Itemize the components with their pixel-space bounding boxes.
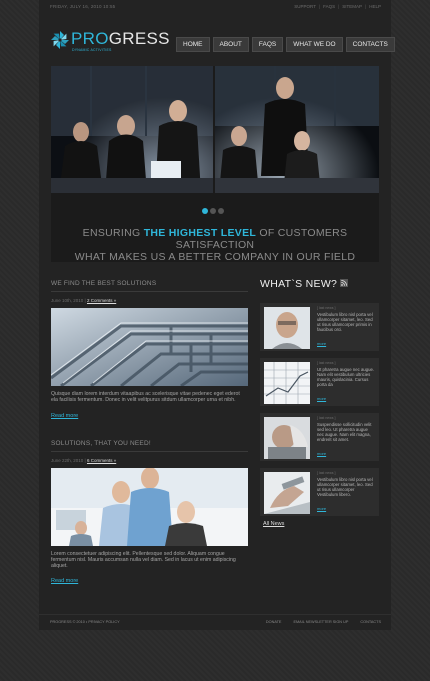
article-1: WE FIND THE BEST SOLUTIONS June 10th, 20… xyxy=(51,280,248,422)
read-more-link[interactable]: Read more xyxy=(51,413,78,419)
tagline-highlight: THE HIGHEST LEVEL xyxy=(143,227,257,239)
news-item: [ last news ] Vestibulum libro nisl port… xyxy=(260,303,379,351)
news-date: [ last news ] xyxy=(317,361,336,365)
slide-dot-1[interactable] xyxy=(202,208,208,214)
logo-text-gress: GRESS xyxy=(108,29,170,48)
article-title: SOLUTIONS, THAT YOU NEED! xyxy=(51,439,151,447)
news-thumbnail xyxy=(264,307,310,349)
separator: | xyxy=(338,4,340,9)
slide-photo-team-left xyxy=(51,66,213,193)
article-date: June 10th, 2010 | xyxy=(51,298,86,303)
tagline-text: ENSURING xyxy=(82,227,141,239)
article-meta: June 10th, 2010 | 2 Comments » xyxy=(51,298,248,303)
hero-slider: ENSURING THE HIGHEST LEVEL OF CUSTOMERS … xyxy=(51,66,379,263)
news-item: [ last news ] Ut pharetra augue nec augu… xyxy=(260,358,379,406)
comments-link[interactable]: 2 Comments » xyxy=(87,298,116,303)
news-thumbnail xyxy=(264,417,310,459)
nav-home[interactable]: HOME xyxy=(176,37,210,52)
top-bar: FRIDAY, JULY 16, 2010 10:55 SUPPORT | FA… xyxy=(39,0,391,14)
news-item: [ last news ] Vestibulum libro nisl port… xyxy=(260,468,379,516)
nav-contacts[interactable]: CONTACTS xyxy=(345,37,395,52)
slide-dot-2[interactable] xyxy=(210,208,216,214)
nav-what-we-do[interactable]: WHAT WE DO xyxy=(286,37,343,52)
news-thumbnail xyxy=(264,472,310,514)
news-text: Vestibulum libro nisl porta vel ullamcor… xyxy=(317,312,373,332)
slide-dot-3[interactable] xyxy=(218,208,224,214)
separator: | xyxy=(365,4,367,9)
top-links: SUPPORT | FAQS | SITEMAP | HELP xyxy=(294,4,381,9)
logo-tagline: DYNAMIC ACTIVITIES xyxy=(72,48,112,52)
sidebar: WHAT`S NEW? [ last news ] Vestibulum lib… xyxy=(260,278,379,527)
divider xyxy=(51,450,248,452)
news-date: [ last news ] xyxy=(317,416,336,420)
rss-icon[interactable] xyxy=(340,279,348,287)
news-more-link[interactable]: more xyxy=(317,341,326,346)
logo-text-pro: PRO xyxy=(71,29,109,48)
top-link-help[interactable]: HELP xyxy=(369,4,381,9)
footer-link-contacts[interactable]: CONTACTS xyxy=(360,620,381,624)
page-container: FRIDAY, JULY 16, 2010 10:55 SUPPORT | FA… xyxy=(39,0,395,630)
read-more-link[interactable]: Read more xyxy=(51,578,78,584)
main-content: WE FIND THE BEST SOLUTIONS June 10th, 20… xyxy=(51,280,248,587)
comments-link[interactable]: 6 Comments » xyxy=(87,458,116,463)
pinwheel-logo-icon xyxy=(51,31,69,49)
tagline-line-2: WHAT MAKES US A BETTER COMPANY IN OUR FI… xyxy=(74,251,356,263)
nav-faqs[interactable]: FAQS xyxy=(251,37,284,52)
news-item: [ last news ] Suspendisse sollicitudin v… xyxy=(260,413,379,461)
divider xyxy=(51,291,248,292)
footer-link-newsletter[interactable]: EMAIL NEWSLETTER SIGN UP xyxy=(293,620,348,624)
sidebar-title: WHAT`S NEW? xyxy=(260,278,338,290)
top-link-support[interactable]: SUPPORT xyxy=(294,4,316,9)
top-link-sitemap[interactable]: SITEMAP xyxy=(342,4,362,9)
article-meta: June 22th, 2010 | 6 Comments » xyxy=(51,458,248,463)
news-date: [ last news ] xyxy=(317,471,336,475)
article-2: SOLUTIONS, THAT YOU NEED! June 22th, 201… xyxy=(51,440,248,588)
article-image-team xyxy=(51,467,248,546)
article-image-maze xyxy=(51,308,248,386)
slider-tagline: ENSURING THE HIGHEST LEVEL OF CUSTOMERS … xyxy=(51,227,379,263)
footer-links: DONATE EMAIL NEWSLETTER SIGN UP CONTACTS xyxy=(266,620,381,624)
current-date: FRIDAY, JULY 16, 2010 10:55 xyxy=(50,4,116,9)
article-text: Lorem consectetuer adipiscing elit. Pell… xyxy=(51,550,236,570)
copyright: PROGRESS © 2010 • PRIVACY POLICY xyxy=(50,620,120,624)
news-more-link[interactable]: more xyxy=(317,451,326,456)
logo-text: PROGRESS xyxy=(71,29,170,49)
news-more-link[interactable]: more xyxy=(317,396,326,401)
article-text: Quisque diam lorem interdum vitaapibus a… xyxy=(51,391,240,404)
news-more-link[interactable]: more xyxy=(317,506,326,511)
separator: | xyxy=(318,4,321,9)
footer-link-donate[interactable]: DONATE xyxy=(266,620,282,624)
news-text: Ut pharetra augue nec augue. Nam elit ve… xyxy=(317,367,375,387)
all-news-link[interactable]: All News xyxy=(263,521,284,527)
article-title: WE FIND THE BEST SOLUTIONS xyxy=(51,280,157,287)
news-text: Vestibulum libro nisl porta vel ullamcor… xyxy=(317,477,373,497)
news-date: [ last news ] xyxy=(317,306,336,310)
top-link-faqs[interactable]: FAQS xyxy=(323,4,335,9)
article-date: June 22th, 2010 | xyxy=(51,457,86,463)
slider-pagination xyxy=(202,208,224,214)
footer: PROGRESS © 2010 • PRIVACY POLICY DONATE … xyxy=(39,614,391,628)
news-thumbnail xyxy=(264,362,310,404)
slide-photo-team-right xyxy=(215,66,379,193)
main-navigation: HOME ABOUT FAQS WHAT WE DO CONTACTS xyxy=(176,37,395,52)
nav-about[interactable]: ABOUT xyxy=(212,37,249,52)
news-text: Suspendisse sollicitudin velit sed leo. … xyxy=(317,422,372,442)
